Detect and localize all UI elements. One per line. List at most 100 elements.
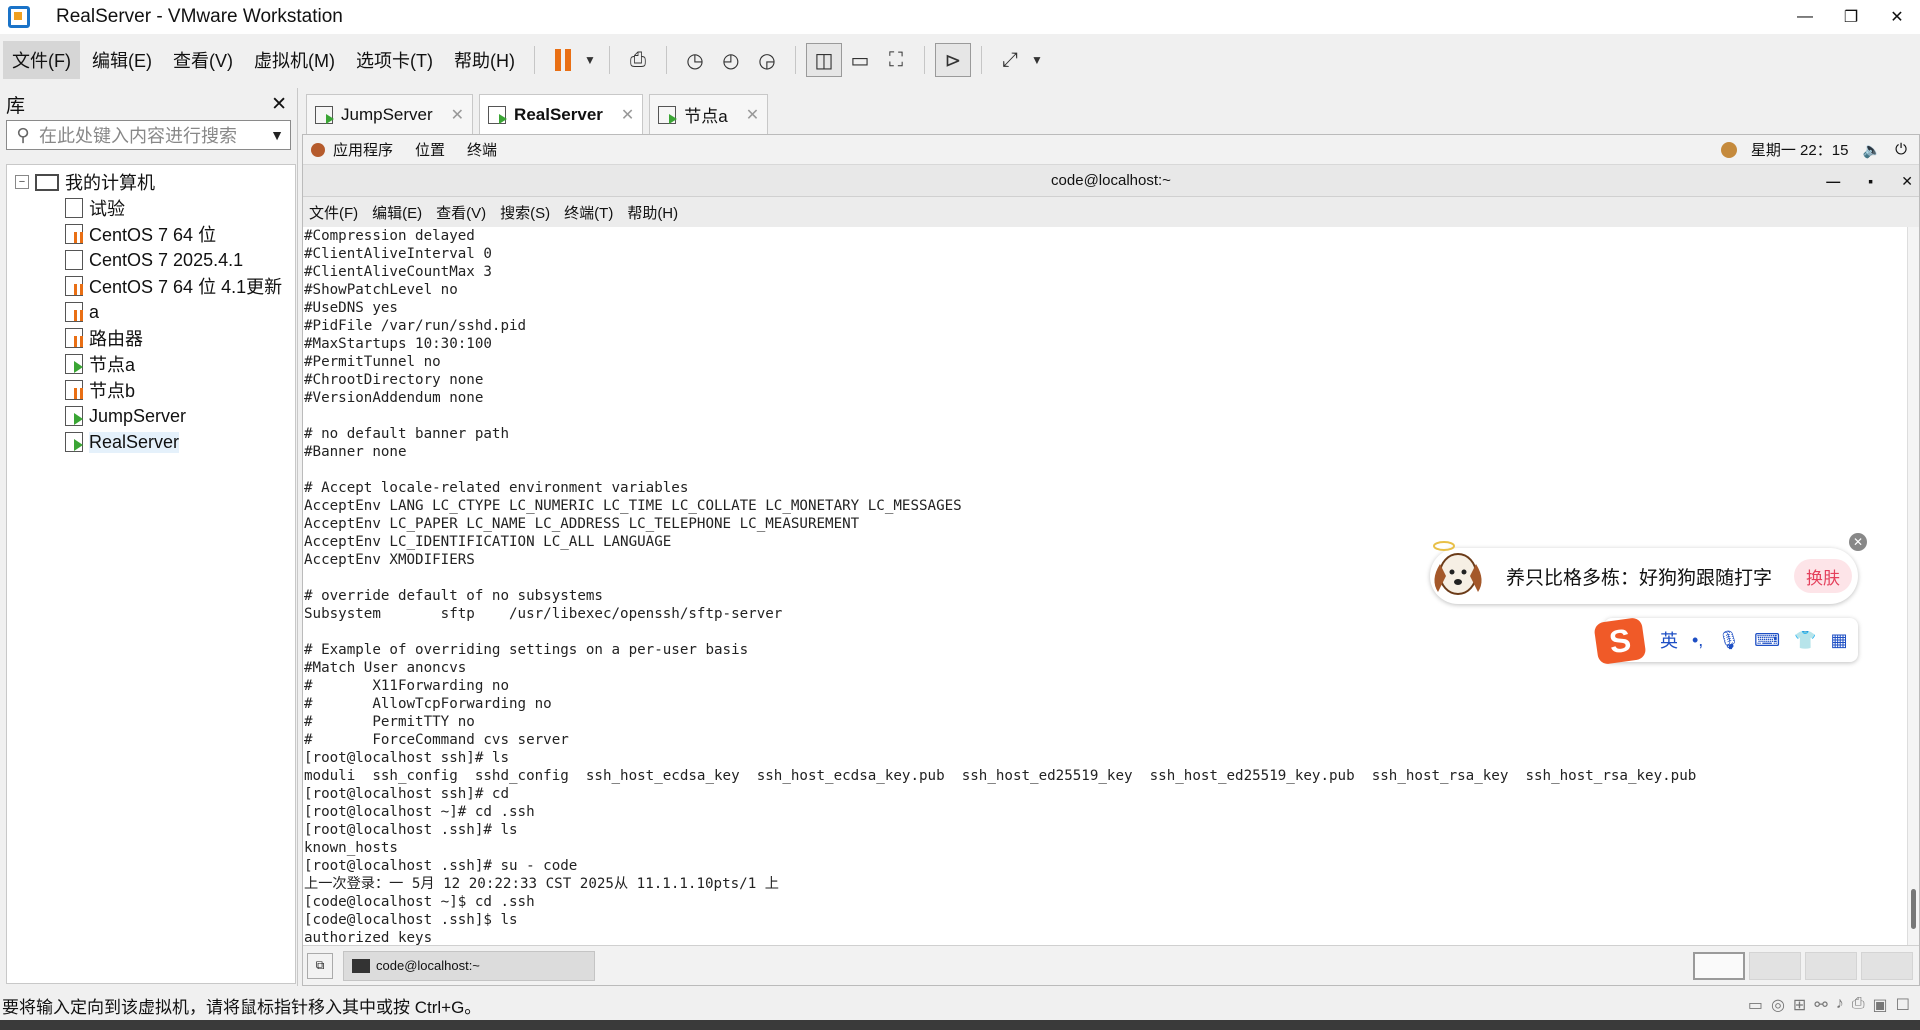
fullscreen-icon[interactable]: ⛶ — [878, 43, 914, 77]
power-dropdown-icon[interactable]: ▼ — [581, 43, 599, 77]
network-adapter-icon[interactable]: ⊞ — [1793, 995, 1806, 1015]
stretch-guest-icon[interactable]: ⤢ — [992, 43, 1028, 77]
tree-vm-item[interactable]: 节点a — [7, 351, 295, 377]
ime-popup-close-icon[interactable]: ✕ — [1849, 533, 1867, 551]
skin-shirt-icon[interactable]: 👕 — [1794, 630, 1816, 651]
menu-view[interactable]: 查看(V) — [164, 41, 242, 79]
close-button[interactable]: ✕ — [1874, 0, 1920, 34]
terminal-menu-bar: 文件(F) 编辑(E) 查看(V) 搜索(S) 终端(T) 帮助(H) — [303, 197, 1919, 227]
tree-vm-item[interactable]: CentOS 7 2025.4.1 — [7, 247, 295, 273]
collapse-icon[interactable]: − — [15, 175, 29, 189]
tree-vm-item[interactable]: JumpServer — [7, 403, 295, 429]
taskbar-terminal-item[interactable]: code@localhost:~ — [343, 950, 595, 981]
ime-skin-button[interactable]: 换肤 — [1794, 559, 1852, 593]
gnome-menu-places[interactable]: 位置 — [415, 139, 445, 160]
terminal-menu-search[interactable]: 搜索(S) — [500, 202, 550, 223]
menu-file[interactable]: 文件(F) — [3, 41, 80, 79]
vm-name: JumpServer — [89, 405, 187, 426]
terminal-menu-view[interactable]: 查看(V) — [436, 202, 486, 223]
send-ctrl-alt-del-icon[interactable]: ⎙ — [620, 43, 656, 77]
tab-node-a[interactable]: 节点a ✕ — [649, 94, 769, 134]
ime-toolbar: S 英 •, 🎙 ⌨ 👕 ▦ — [1593, 616, 1858, 666]
minimize-button[interactable]: — — [1782, 0, 1828, 34]
workspace-1[interactable] — [1693, 951, 1745, 980]
terminal-maximize-icon[interactable]: ▪ — [1868, 173, 1873, 189]
menu-tabs[interactable]: 选项卡(T) — [347, 41, 442, 79]
ime-promo-popup[interactable]: 养只比格多栋：好狗狗跟随打字 换肤 — [1430, 541, 1858, 604]
vm-workspace: JumpServer ✕ RealServer ✕ 节点a ✕ 应用程序 位置 … — [302, 88, 1920, 986]
menu-vm[interactable]: 虚拟机(M) — [245, 41, 344, 79]
workspace-4[interactable] — [1861, 951, 1913, 980]
terminal-menu-file[interactable]: 文件(F) — [309, 202, 358, 223]
console-view-icon[interactable]: ⊳ — [934, 43, 971, 77]
library-search-input[interactable]: ⚲ 在此处键入内容进行搜索 ▼ — [6, 120, 291, 150]
power-icon[interactable]: ⏻ — [1895, 141, 1907, 158]
snapshot-manager-icon[interactable]: ◶ — [749, 43, 785, 77]
cd-dvd-icon[interactable]: ◎ — [1771, 995, 1785, 1015]
terminal-line: [root@localhost ssh]# ls — [304, 750, 509, 766]
tree-root-my-computer[interactable]: − 我的计算机 — [7, 169, 295, 195]
stretch-dropdown-icon[interactable]: ▼ — [1028, 43, 1046, 77]
snapshot-icon[interactable]: ◷ — [677, 43, 713, 77]
tab-close-icon[interactable]: ✕ — [746, 105, 759, 125]
title-bar: RealServer - VMware Workstation — ❐ ✕ — [0, 0, 1920, 34]
terminal-menu-help[interactable]: 帮助(H) — [627, 202, 678, 223]
show-desktop-icon[interactable]: ⧉ — [307, 952, 333, 979]
hard-disk-icon[interactable]: ▭ — [1748, 995, 1763, 1015]
revert-snapshot-icon[interactable]: ◴ — [713, 43, 749, 77]
tree-vm-item[interactable]: 路由器 — [7, 325, 295, 351]
usb-icon[interactable]: ⚯ — [1814, 995, 1827, 1015]
tab-close-icon[interactable]: ✕ — [621, 105, 634, 125]
toolbar-divider — [794, 46, 796, 74]
terminal-menu-edit[interactable]: 编辑(E) — [372, 202, 422, 223]
gnome-menu-terminal[interactable]: 终端 — [467, 139, 497, 160]
vm-paused-icon — [65, 276, 83, 296]
ime-punctuation-toggle[interactable]: •, — [1692, 630, 1703, 651]
gnome-clock[interactable]: 星期一 22：15 — [1751, 139, 1849, 160]
terminal-minimize-icon[interactable]: — — [1826, 173, 1840, 189]
menu-help[interactable]: 帮助(H) — [445, 41, 524, 79]
search-icon: ⚲ — [16, 124, 30, 145]
workspace-3[interactable] — [1805, 951, 1857, 980]
display-icon[interactable]: ▣ — [1873, 995, 1888, 1015]
tree-vm-item[interactable]: 节点b — [7, 377, 295, 403]
workspace-2[interactable] — [1749, 951, 1801, 980]
library-close-icon[interactable]: ✕ — [271, 93, 287, 116]
toolbar-divider — [923, 46, 925, 74]
toolbar-divider — [608, 46, 610, 74]
tree-vm-item[interactable]: 试验 — [7, 195, 295, 221]
suspend-button[interactable] — [545, 43, 581, 77]
sound-icon[interactable]: ♪ — [1836, 995, 1844, 1015]
microphone-icon[interactable]: 🎙 — [1717, 630, 1740, 651]
tree-vm-item[interactable]: a — [7, 299, 295, 325]
user-avatar-icon[interactable] — [1720, 141, 1737, 158]
keyboard-icon[interactable]: ⌨ — [1754, 630, 1780, 651]
terminal-menu-terminal[interactable]: 终端(T) — [564, 202, 613, 223]
terminal-line: #MaxStartups 10:30:100 — [304, 336, 492, 352]
tab-jumpserver[interactable]: JumpServer ✕ — [306, 94, 474, 134]
thumbnail-view-icon[interactable]: ▭ — [842, 43, 878, 77]
tab-realserver[interactable]: RealServer ✕ — [479, 94, 644, 134]
printer-icon[interactable]: ⎙ — [1852, 995, 1865, 1015]
ime-menu-grid-icon[interactable]: ▦ — [1831, 630, 1848, 651]
terminal-line: authorized_keys — [304, 930, 433, 945]
volume-icon[interactable]: 🔈 — [1862, 141, 1881, 159]
maximize-button[interactable]: ❐ — [1828, 0, 1874, 34]
terminal-close-icon[interactable]: ✕ — [1901, 173, 1913, 190]
ime-language-toggle[interactable]: 英 — [1660, 627, 1678, 653]
tree-vm-item[interactable]: CentOS 7 64 位 — [7, 221, 295, 247]
tree-vm-item-selected[interactable]: RealServer — [7, 429, 295, 455]
terminal-line: [root@localhost .ssh]# ls — [304, 822, 518, 838]
search-dropdown-icon[interactable]: ▼ — [264, 127, 290, 143]
gnome-tray: 星期一 22：15 🔈 ⏻ — [1720, 139, 1919, 160]
tree-vm-item[interactable]: CentOS 7 64 位 4.1更新 — [7, 273, 295, 299]
terminal-scrollbar[interactable] — [1907, 227, 1919, 945]
message-log-icon[interactable]: ☐ — [1896, 995, 1910, 1015]
vm-tabs: JumpServer ✕ RealServer ✕ 节点a ✕ — [302, 88, 1920, 134]
vm-running-icon — [65, 432, 83, 452]
menu-edit[interactable]: 编辑(E) — [83, 41, 161, 79]
library-view-icon[interactable]: ◫ — [805, 43, 842, 77]
gnome-menu-applications[interactable]: 应用程序 — [333, 139, 393, 160]
sogou-logo-icon[interactable]: S — [1593, 616, 1647, 666]
tab-close-icon[interactable]: ✕ — [451, 105, 464, 125]
